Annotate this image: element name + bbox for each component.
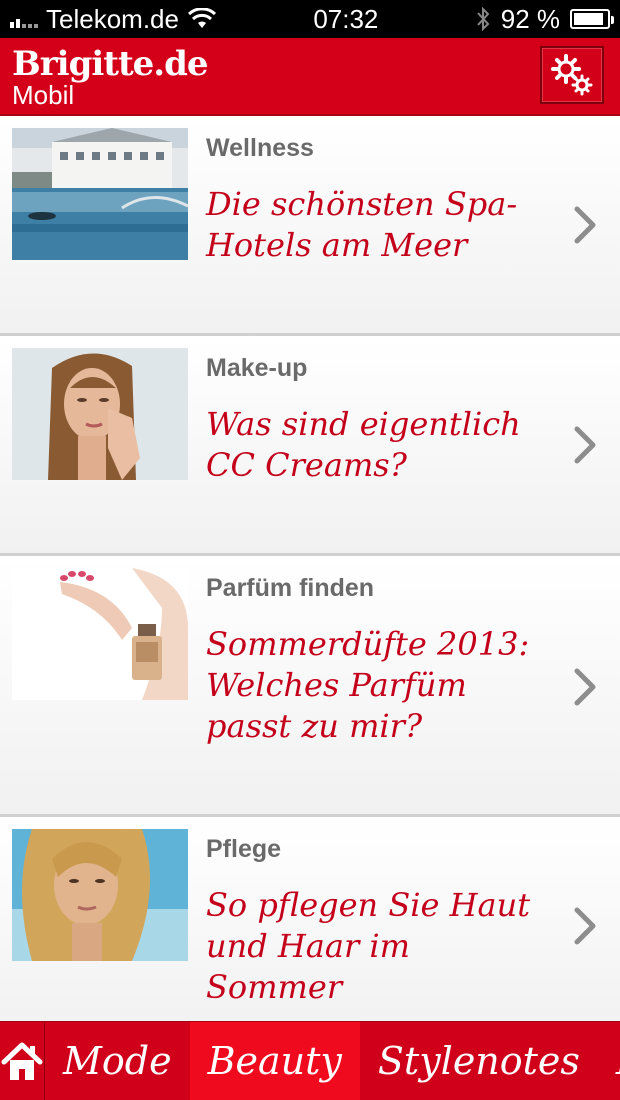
tab-mode[interactable]: Mode <box>45 1022 190 1100</box>
article-title[interactable]: Die schönsten Spa-Hotels am Meer <box>206 184 536 266</box>
home-icon <box>1 1042 43 1080</box>
app-header: Brigitte.de Mobil <box>0 38 620 116</box>
brand-subtitle: Mobil <box>12 80 75 110</box>
battery-fill <box>574 13 604 25</box>
signal-strength-icon <box>10 10 38 28</box>
battery-percent: 92 % <box>500 3 560 34</box>
chevron-right-icon <box>574 907 596 945</box>
status-right: 92 % <box>475 3 614 35</box>
bluetooth-icon <box>476 6 490 32</box>
makeup-model-image <box>12 348 188 480</box>
gears-icon <box>551 54 593 96</box>
article-title[interactable]: Was sind eigentlich CC Creams? <box>206 404 536 486</box>
status-left: Telekom.de <box>10 4 217 35</box>
spa-hotel-image <box>12 128 188 260</box>
home-button[interactable] <box>0 1022 45 1100</box>
article-item-parfum[interactable]: Parfüm finden Sommerdüfte 2013: Welches … <box>0 558 620 817</box>
status-bar: Telekom.de 07:32 92 % <box>0 0 620 38</box>
tab-stylenotes[interactable]: Stylenotes <box>360 1022 598 1100</box>
tab-beauty[interactable]: Beauty <box>189 1022 360 1100</box>
article-item-wellness[interactable]: Wellness Die schönsten Spa-Hotels am Mee… <box>0 118 620 336</box>
article-item-makeup[interactable]: Make-up Was sind eigentlich CC Creams? <box>0 338 620 556</box>
article-category: Make-up <box>206 354 308 382</box>
carrier-name: Telekom.de <box>46 3 179 34</box>
chevron-right-icon <box>574 668 596 706</box>
tab-next[interactable]: L <box>598 1022 620 1100</box>
perfume-image <box>12 568 188 700</box>
article-title[interactable]: Sommerdüfte 2013: Welches Parfüm passt z… <box>206 624 536 747</box>
article-item-pflege[interactable]: Pflege So pflegen Sie Haut und Haar im S… <box>0 819 620 1037</box>
brand-logo[interactable]: Brigitte.de <box>12 44 209 84</box>
article-category: Parfüm finden <box>206 574 375 602</box>
settings-button[interactable] <box>540 46 604 104</box>
bottom-tab-bar: Mode Beauty Stylenotes L <box>0 1021 620 1100</box>
article-category: Wellness <box>206 134 314 162</box>
clock: 07:32 <box>313 3 379 34</box>
battery-icon <box>570 9 614 29</box>
article-title[interactable]: So pflegen Sie Haut und Haar im Sommer <box>206 885 536 1008</box>
wifi-icon <box>187 8 216 28</box>
article-category: Pflege <box>206 835 282 863</box>
chevron-right-icon <box>574 426 596 464</box>
chevron-right-icon <box>574 206 596 244</box>
article-list: Wellness Die schönsten Spa-Hotels am Mee… <box>0 118 620 1039</box>
summer-hair-image <box>12 829 188 961</box>
